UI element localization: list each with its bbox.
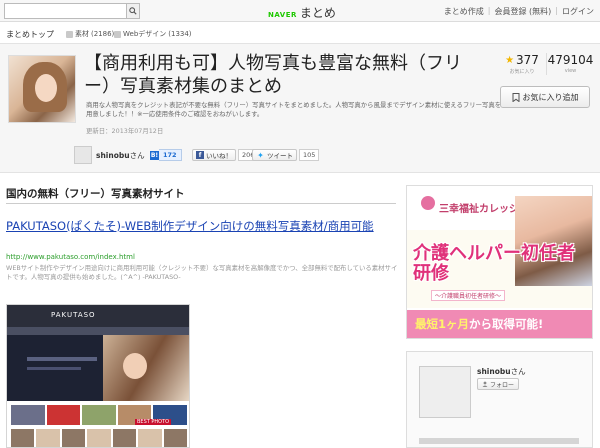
screenshot-hero-text	[27, 367, 81, 370]
tweet-label: ツイート	[267, 152, 293, 160]
tweet-count: 105	[299, 149, 320, 161]
breadcrumb-home[interactable]: まとめトップ	[6, 29, 54, 40]
hatena-bookmark-icon: B!	[150, 150, 159, 160]
matome-thumbnail	[8, 55, 76, 123]
matome-stats: ★ 377 お気に入り 479104 view	[498, 53, 594, 75]
site-url[interactable]: http://www.pakutaso.com/index.html	[6, 253, 135, 261]
advertisement[interactable]: 三幸福祉カレッジ 介護ヘルパー初任者研修 ～介護職員初任者研修～ 最短1ヶ月から…	[406, 185, 593, 339]
screenshot-menu	[7, 327, 189, 335]
screenshot-best-label: BEST PHOTO	[135, 419, 172, 425]
follow-button[interactable]: フォロー	[477, 378, 520, 390]
author-info[interactable]: shinobuさん	[74, 146, 145, 164]
twitter-share[interactable]: ✦ ツイート 105	[252, 149, 320, 161]
tweet-button[interactable]: ✦ ツイート	[252, 149, 297, 161]
tag-label: Webデザイン	[123, 30, 167, 38]
author-name[interactable]: shinobuさん	[96, 150, 145, 161]
ad-org-icon	[421, 196, 435, 210]
avatar[interactable]	[74, 146, 92, 164]
site-logo[interactable]: NAVER まとめ	[268, 4, 336, 21]
add-favorite-label: お気に入り追加	[522, 92, 579, 102]
search-button[interactable]	[126, 3, 140, 19]
breadcrumb: まとめトップ 素材 (2186) Webデザイン (1334)	[0, 27, 600, 41]
search-icon	[129, 7, 137, 15]
add-favorite-button[interactable]: お気に入り追加	[500, 86, 590, 108]
site-screenshot[interactable]: PAKUTASO BEST PHOTO	[6, 304, 190, 448]
ad-cta: 最短1ヶ月から取得可能!	[415, 316, 543, 332]
ad-cta-highlight: 最短1ヶ月	[415, 317, 470, 331]
facebook-share[interactable]: f いいね！ 206	[192, 149, 259, 161]
section-heading: 国内の無料（フリー）写真素材サイト	[6, 188, 185, 200]
author-profile-card: shinobuさん フォロー	[406, 351, 593, 448]
tag-icon	[66, 30, 73, 38]
twitter-icon: ✦	[257, 150, 264, 160]
page-title: 【商用利用も可】人物写真も豊富な無料（フリー）写真素材集のまとめ	[84, 53, 462, 97]
profile-footer	[419, 438, 579, 444]
global-header: NAVER まとめ まとめ作成 | 会員登録 (無料) | ログイン	[0, 0, 600, 22]
site-link[interactable]: PAKUTASO(ぱくたそ)-WEB制作デザイン向けの無料写真素材/商用可能	[6, 219, 398, 234]
views-stat: 479104 view	[546, 53, 594, 75]
avatar[interactable]	[419, 366, 471, 418]
facebook-label: いいね！	[206, 152, 232, 160]
hatena-share[interactable]: B! 172	[150, 149, 182, 161]
tag-sozai[interactable]: 素材 (2186)	[66, 29, 114, 39]
create-matome-link[interactable]: まとめ作成	[444, 6, 484, 17]
updated-date: 更新日：2013年07月12日	[86, 127, 164, 135]
bookmark-icon	[512, 92, 519, 102]
thumbnail-face	[35, 74, 57, 102]
user-icon	[482, 381, 488, 387]
tag-label: 素材	[75, 30, 89, 38]
favorites-count: 377	[516, 53, 539, 67]
logo-text: まとめ	[299, 6, 336, 20]
facebook-like-button[interactable]: f いいね！	[192, 149, 236, 161]
screenshot-logo: PAKUTASO	[51, 311, 96, 319]
tag-webdesign[interactable]: Webデザイン (1334)	[114, 29, 192, 39]
header-links: まとめ作成 | 会員登録 (無料) | ログイン	[444, 6, 594, 17]
search-input[interactable]	[4, 3, 128, 19]
hatena-count: 172	[159, 149, 182, 161]
login-link[interactable]: ログイン	[562, 6, 594, 17]
tag-icon	[114, 30, 121, 38]
site-description: WEBサイト制作やデザイン用途向けに商用利用可能（クレジット不要）な写真素材を高…	[6, 264, 398, 281]
ad-org-name: 三幸福祉カレッジ	[439, 204, 519, 215]
screenshot-face	[123, 353, 147, 379]
ad-cta-text: から取得可能!	[469, 317, 544, 331]
ad-headline: 介護ヘルパー初任者研修	[413, 243, 575, 284]
ad-subline: ～介護職員初任者研修～	[431, 290, 506, 301]
screenshot-nav	[7, 305, 189, 327]
tag-count: (2186)	[91, 30, 115, 38]
views-count: 479104	[547, 53, 594, 67]
logo-brand: NAVER	[268, 11, 297, 19]
screenshot-photo-row	[11, 429, 187, 447]
favorites-label: お気に入り	[509, 69, 535, 75]
divider: |	[487, 6, 491, 15]
star-icon: ★	[505, 54, 515, 66]
screenshot-hero-text	[27, 357, 97, 361]
favorites-stat: ★ 377 お気に入り	[498, 53, 546, 75]
follow-label: フォロー	[490, 381, 515, 389]
views-label: view	[564, 68, 577, 74]
tag-count: (1334)	[168, 30, 192, 38]
facebook-icon: f	[196, 151, 204, 159]
section-divider	[6, 203, 396, 204]
screenshot-photo	[103, 335, 189, 401]
divider: |	[555, 6, 558, 15]
profile-name[interactable]: shinobuさん	[477, 366, 526, 377]
matome-description: 商用な人物写真をクレジット表記が不要な無料（フリー）写真サイトをまとめました。人…	[86, 101, 502, 118]
register-link[interactable]: 会員登録 (無料)	[495, 6, 552, 17]
